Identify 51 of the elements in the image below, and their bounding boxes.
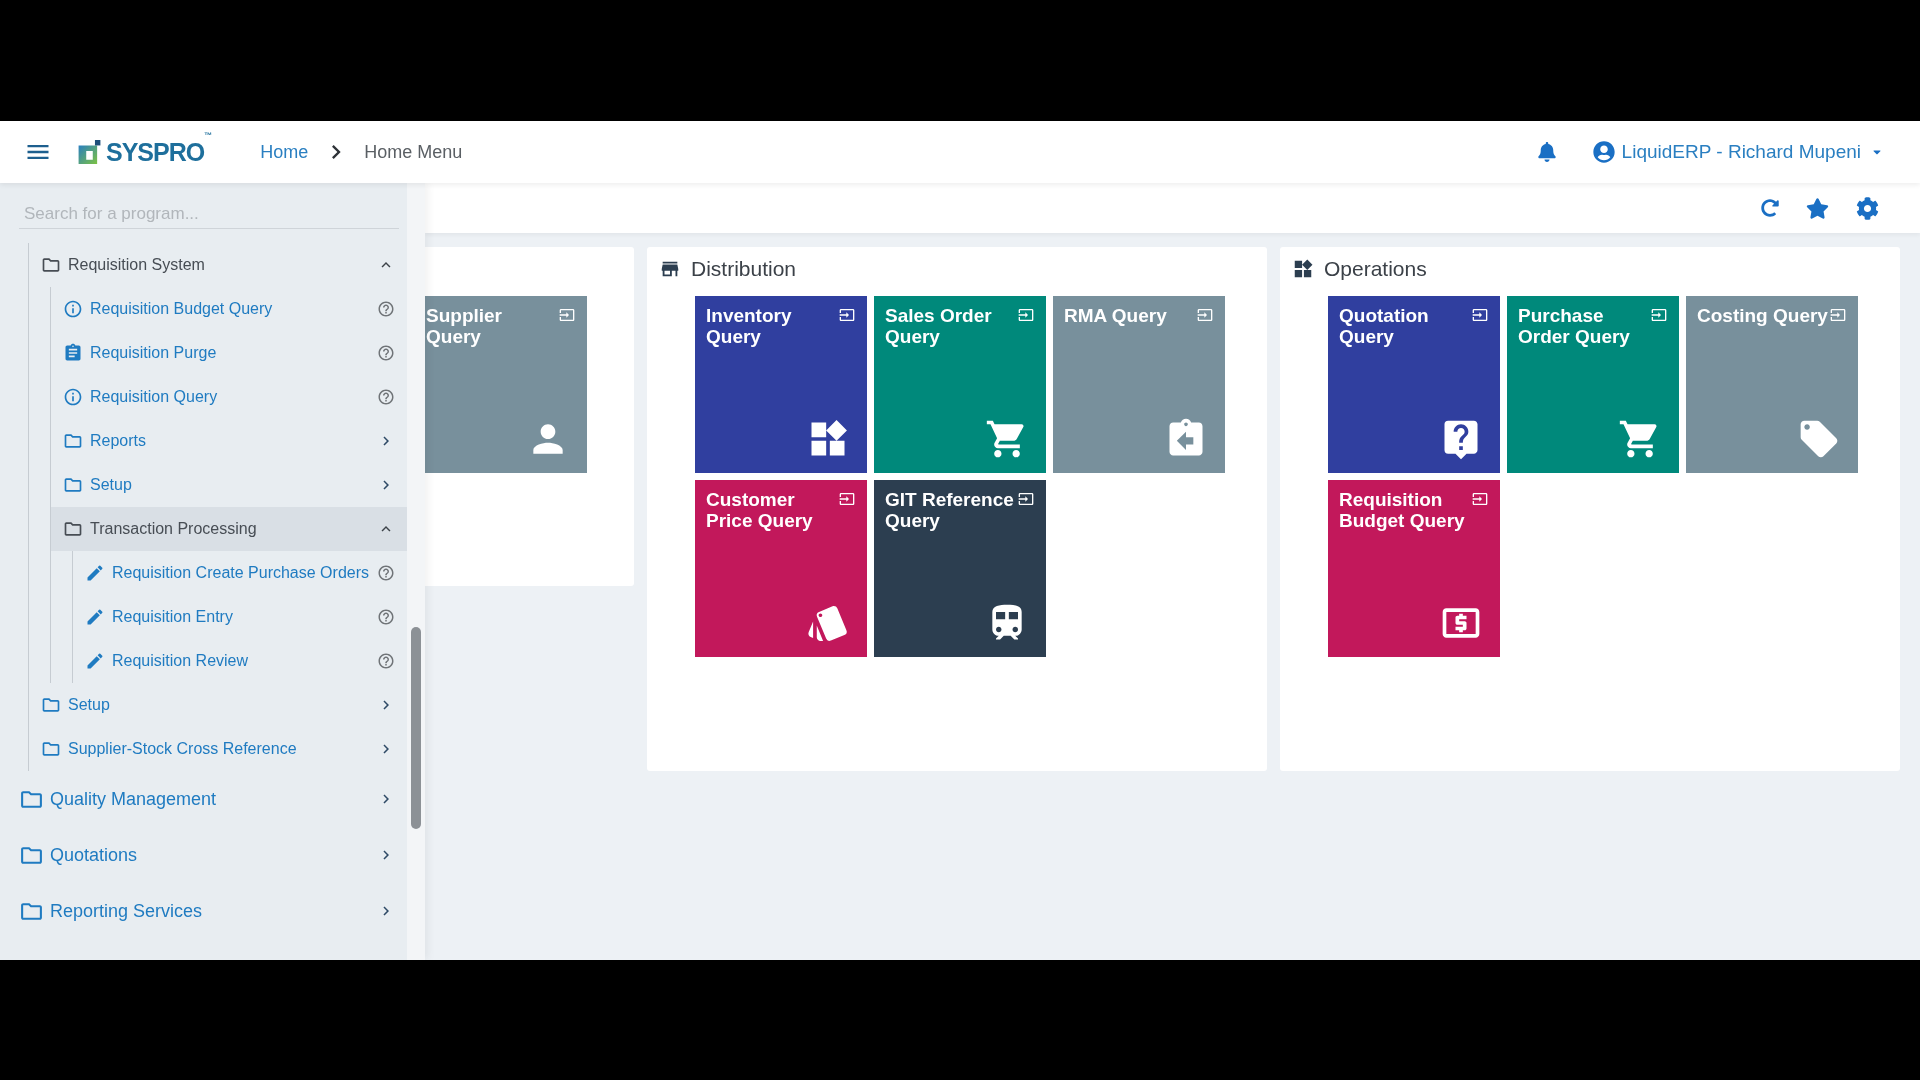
shapes-icon xyxy=(1292,258,1314,280)
help-icon[interactable] xyxy=(377,388,395,406)
enter-icon xyxy=(1830,307,1846,323)
star-icon[interactable] xyxy=(1806,196,1829,220)
enter-icon xyxy=(1472,307,1488,323)
help-icon[interactable] xyxy=(377,652,395,670)
enter-icon xyxy=(1651,307,1667,323)
app-tile[interactable]: Purchase Order Query xyxy=(1507,296,1679,473)
folder-icon xyxy=(63,475,83,495)
help-icon[interactable] xyxy=(377,608,395,626)
pencil-icon xyxy=(85,607,105,627)
app-tile[interactable]: Quotation Query xyxy=(1328,296,1500,473)
app-tile[interactable]: Inventory Query xyxy=(695,296,867,473)
enter-icon xyxy=(1197,307,1213,323)
bell-icon[interactable] xyxy=(1537,142,1556,162)
help-icon[interactable] xyxy=(377,564,395,582)
settings-icon[interactable] xyxy=(1856,196,1879,220)
folder-icon xyxy=(41,739,61,759)
scrollbar-thumb[interactable] xyxy=(411,627,421,829)
pencil-icon xyxy=(85,651,105,671)
refresh-icon[interactable] xyxy=(1761,199,1779,217)
enter-icon xyxy=(1018,491,1034,507)
info-icon xyxy=(63,299,83,319)
enter-icon xyxy=(1018,307,1034,323)
group-title: Distribution xyxy=(691,256,797,283)
app-tile[interactable]: Costing Query xyxy=(1686,296,1858,473)
app-tile[interactable]: Supplier Query xyxy=(425,296,587,473)
breadcrumb-link[interactable]: Home xyxy=(260,138,309,166)
folder-icon xyxy=(41,695,61,715)
pencil-icon xyxy=(85,563,105,583)
folder-icon xyxy=(41,255,61,275)
app-tile[interactable]: Sales Order Query xyxy=(874,296,1046,473)
group-title: Operations xyxy=(1324,256,1427,283)
folder-item[interactable]: Transaction Processing xyxy=(51,507,407,551)
app-tile[interactable]: GIT Reference Query xyxy=(874,480,1046,657)
clipboard-icon xyxy=(63,343,83,363)
folder-icon xyxy=(63,519,83,539)
logo-mark-icon xyxy=(78,140,101,164)
info-icon xyxy=(63,387,83,407)
enter-icon xyxy=(839,307,855,323)
app-tile[interactable]: Customer Price Query xyxy=(695,480,867,657)
help-icon[interactable] xyxy=(377,344,395,362)
user-menu-button[interactable]: LiquidERP - Richard Mupeni xyxy=(1592,137,1883,167)
enter-icon xyxy=(1472,491,1488,507)
folder-icon xyxy=(63,431,83,451)
breadcrumb-current: Home Menu xyxy=(364,140,463,164)
enter-icon xyxy=(559,307,575,323)
enter-icon xyxy=(839,491,855,507)
app-tile[interactable]: Requisition Budget Query xyxy=(1328,480,1500,657)
app-tile[interactable]: RMA Query xyxy=(1053,296,1225,473)
help-icon[interactable] xyxy=(377,300,395,318)
